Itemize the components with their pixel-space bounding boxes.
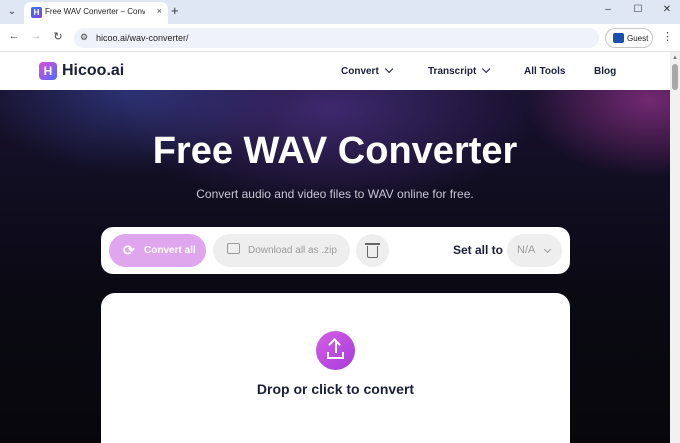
delete-all-button[interactable] — [356, 234, 389, 267]
hero-section: Free WAV Converter Convert audio and vid… — [0, 90, 670, 443]
maximize-button[interactable]: ☐ — [630, 4, 646, 15]
format-select[interactable]: N/A — [507, 234, 562, 267]
logo-text[interactable]: Hicoo.ai — [62, 62, 124, 80]
nav-blog[interactable]: Blog — [594, 66, 616, 77]
page-subtitle: Convert audio and video files to WAV onl… — [196, 187, 474, 201]
convert-all-button[interactable]: ⟳ Convert all — [109, 234, 206, 267]
profile-icon — [613, 33, 624, 43]
convert-all-label: Convert all — [144, 245, 196, 256]
logo-icon[interactable]: H — [39, 62, 57, 80]
more-menu-icon[interactable]: ⋮ — [662, 30, 673, 43]
trash-icon — [365, 243, 380, 245]
forward-arrow-icon[interactable]: → — [29, 30, 43, 42]
close-window-button[interactable]: ✕ — [659, 4, 675, 15]
tab-close-icon[interactable]: × — [157, 6, 162, 16]
scroll-thumb[interactable] — [672, 64, 678, 90]
download-all-button[interactable]: Download all as .zip — [213, 234, 350, 267]
favicon-icon: H — [31, 7, 42, 18]
tab-search-icon[interactable]: ⌄ — [4, 4, 20, 20]
nav-all-tools[interactable]: All Tools — [524, 66, 565, 77]
nav-convert[interactable]: Convert — [341, 64, 394, 77]
upload-icon[interactable] — [316, 331, 355, 370]
nav-transcript-label: Transcript — [428, 66, 477, 77]
site-header: H Hicoo.ai Convert Transcript All Tools … — [0, 52, 670, 90]
upload-tray — [327, 352, 344, 359]
page-title: Free WAV Converter — [152, 130, 518, 172]
site-info-icon[interactable]: ⚙ — [80, 32, 88, 43]
file-dropzone[interactable]: Drop or click to convert — [101, 293, 570, 443]
profile-button[interactable]: Guest — [605, 28, 653, 48]
browser-toolbar: ← → ↻ ⚙ hicoo.ai/wav-converter/ Guest ⋮ — [0, 24, 680, 52]
back-arrow-icon[interactable]: ← — [7, 30, 21, 42]
trash-icon-body — [367, 246, 378, 258]
action-bar: ⟳ Convert all Download all as .zip Set a… — [101, 227, 570, 274]
url-text: hicoo.ai/wav-converter/ — [96, 33, 189, 43]
profile-label: Guest — [627, 34, 649, 43]
new-tab-button[interactable]: + — [171, 3, 179, 19]
chevron-down-icon — [482, 64, 491, 74]
chevron-down-icon — [384, 64, 394, 74]
scroll-up-icon[interactable]: ▲ — [672, 55, 678, 61]
tab-title: Free WAV Converter – Convert a — [45, 7, 145, 16]
nav-convert-label: Convert — [341, 66, 379, 77]
convert-icon: ⟳ — [123, 242, 135, 258]
nav-transcript[interactable]: Transcript — [428, 64, 491, 77]
address-bar[interactable]: ⚙ hicoo.ai/wav-converter/ — [74, 28, 599, 48]
format-select-value: N/A — [517, 244, 536, 256]
folder-download-icon — [227, 243, 240, 254]
browser-tabbar: ⌄ H Free WAV Converter – Convert a × + –… — [0, 0, 680, 24]
reload-icon[interactable]: ↻ — [51, 30, 65, 43]
download-all-label: Download all as .zip — [248, 245, 337, 256]
dropzone-label: Drop or click to convert — [256, 381, 415, 397]
minimize-button[interactable]: – — [600, 4, 616, 15]
set-all-label: Set all to — [453, 243, 504, 257]
browser-tab[interactable]: H Free WAV Converter – Convert a × — [24, 2, 168, 24]
page-scrollbar[interactable]: ▲ — [670, 52, 680, 443]
chevron-down-icon — [543, 245, 552, 254]
